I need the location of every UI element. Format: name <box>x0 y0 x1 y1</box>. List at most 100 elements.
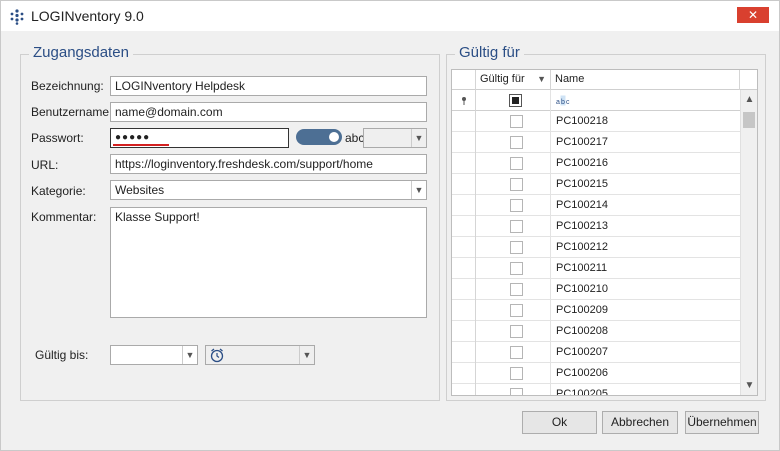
row-name: PC100210 <box>556 283 608 295</box>
row-checkbox[interactable] <box>510 346 523 359</box>
title-bar[interactable]: LOGINventory 9.0 ✕ <box>1 1 779 31</box>
filter-name-cell[interactable]: a b c <box>551 90 740 111</box>
show-password-toggle[interactable] <box>296 129 342 145</box>
close-icon: ✕ <box>747 8 759 22</box>
table-row[interactable]: PC100216 <box>452 153 740 174</box>
row-checkbox[interactable] <box>510 325 523 338</box>
column-header-label: Name <box>555 73 585 85</box>
cancel-button[interactable]: Abbrechen <box>602 411 678 434</box>
row-name: PC100217 <box>556 136 608 148</box>
row-name: PC100207 <box>556 346 608 358</box>
row-name: PC100208 <box>556 325 608 337</box>
row-checkbox[interactable] <box>510 178 523 191</box>
username-field[interactable]: name@domain.com <box>110 102 427 122</box>
row-indicator-header <box>452 70 476 90</box>
svg-text:b: b <box>561 99 565 106</box>
apply-button[interactable]: Übernehmen <box>685 411 759 434</box>
row-checkbox[interactable] <box>510 262 523 275</box>
row-checkbox[interactable] <box>510 199 523 212</box>
grid-filter-row: a b c <box>452 90 757 111</box>
row-checkbox[interactable] <box>510 304 523 317</box>
chevron-down-icon[interactable]: ▼ <box>411 181 426 199</box>
row-indicator <box>452 321 476 342</box>
row-indicator <box>452 363 476 384</box>
row-name: PC100205 <box>556 388 608 396</box>
row-checkbox[interactable] <box>510 283 523 296</box>
window-title: LOGINventory 9.0 <box>31 8 144 24</box>
spellcheck-underline <box>113 144 169 146</box>
row-indicator <box>452 258 476 279</box>
access-data-legend: Zugangsdaten <box>29 44 133 61</box>
row-indicator <box>452 195 476 216</box>
table-row[interactable]: PC100218 <box>452 111 740 132</box>
row-checkbox[interactable] <box>510 367 523 380</box>
column-header-valid-for[interactable]: Gültig für ▼ <box>476 70 551 90</box>
row-name: PC100214 <box>556 199 608 211</box>
password-label: Passwort: <box>31 131 84 145</box>
scroll-down-icon[interactable]: ▼ <box>741 378 757 394</box>
row-indicator <box>452 132 476 153</box>
name-field[interactable]: LOGINventory Helpdesk <box>110 76 427 96</box>
row-checkbox[interactable] <box>510 241 523 254</box>
row-checkbox[interactable] <box>510 220 523 233</box>
row-name: PC100212 <box>556 241 608 253</box>
valid-for-grid[interactable]: Gültig für ▼ Name a b c PC100218 PC10021… <box>451 69 758 396</box>
dialog-body: Zugangsdaten Bezeichnung: LOGINventory H… <box>1 31 779 450</box>
alarm-clock-icon <box>210 348 224 363</box>
scroll-thumb[interactable] <box>743 112 755 128</box>
vertical-scrollbar[interactable]: ▲ ▼ <box>740 90 757 395</box>
show-password-label: abc <box>345 131 365 145</box>
table-row[interactable]: PC100213 <box>452 216 740 237</box>
row-indicator <box>452 279 476 300</box>
row-indicator <box>452 111 476 132</box>
category-select[interactable]: Websites <box>110 180 427 200</box>
table-row[interactable]: PC100210 <box>452 279 740 300</box>
sort-down-icon[interactable]: ▼ <box>537 70 546 89</box>
row-name: PC100216 <box>556 157 608 169</box>
table-row[interactable]: PC100217 <box>452 132 740 153</box>
row-indicator <box>452 216 476 237</box>
row-checkbox[interactable] <box>510 115 523 128</box>
chevron-down-icon[interactable]: ▼ <box>182 346 197 364</box>
url-field[interactable]: https://loginventory.freshdesk.com/suppo… <box>110 154 427 174</box>
column-header-name[interactable]: Name <box>551 70 740 90</box>
svg-text:a: a <box>556 99 560 106</box>
table-row[interactable]: PC100212 <box>452 237 740 258</box>
row-indicator <box>452 342 476 363</box>
name-label: Bezeichnung: <box>31 79 104 93</box>
toggle-knob <box>329 132 339 142</box>
valid-until-label: Gültig bis: <box>35 348 89 362</box>
close-button[interactable]: ✕ <box>737 7 769 23</box>
svg-text:c: c <box>566 99 570 106</box>
dialog-window: LOGINventory 9.0 ✕ Zugangsdaten Bezeichn… <box>0 0 780 451</box>
pin-icon <box>462 97 466 105</box>
chevron-down-icon[interactable]: ▼ <box>299 346 314 364</box>
row-indicator <box>452 174 476 195</box>
table-row[interactable]: PC100215 <box>452 174 740 195</box>
table-row[interactable]: PC100208 <box>452 321 740 342</box>
table-row[interactable]: PC100206 <box>452 363 740 384</box>
url-label: URL: <box>31 158 59 172</box>
ok-button[interactable]: Ok <box>522 411 597 434</box>
row-checkbox[interactable] <box>510 388 523 395</box>
row-name: PC100213 <box>556 220 608 232</box>
scroll-up-icon[interactable]: ▲ <box>741 92 757 108</box>
chevron-down-icon[interactable]: ▼ <box>411 129 426 147</box>
table-row[interactable]: PC100205 <box>452 384 740 396</box>
filter-checkbox[interactable] <box>509 94 522 107</box>
comment-textarea[interactable]: Klasse Support! <box>110 207 427 318</box>
table-row[interactable]: PC100207 <box>452 342 740 363</box>
filter-row-indicator <box>452 90 476 111</box>
row-checkbox[interactable] <box>510 157 523 170</box>
row-checkbox[interactable] <box>510 136 523 149</box>
table-row[interactable]: PC100211 <box>452 258 740 279</box>
comment-label: Kommentar: <box>31 210 97 224</box>
category-label: Kategorie: <box>31 184 86 198</box>
grid-rows: PC100218 PC100217 PC100216 PC100215 PC100214… <box>452 111 740 396</box>
app-logo-icon <box>10 9 24 25</box>
row-name: PC100209 <box>556 304 608 316</box>
row-indicator <box>452 153 476 174</box>
table-row[interactable]: PC100214 <box>452 195 740 216</box>
row-name: PC100218 <box>556 115 608 127</box>
table-row[interactable]: PC100209 <box>452 300 740 321</box>
